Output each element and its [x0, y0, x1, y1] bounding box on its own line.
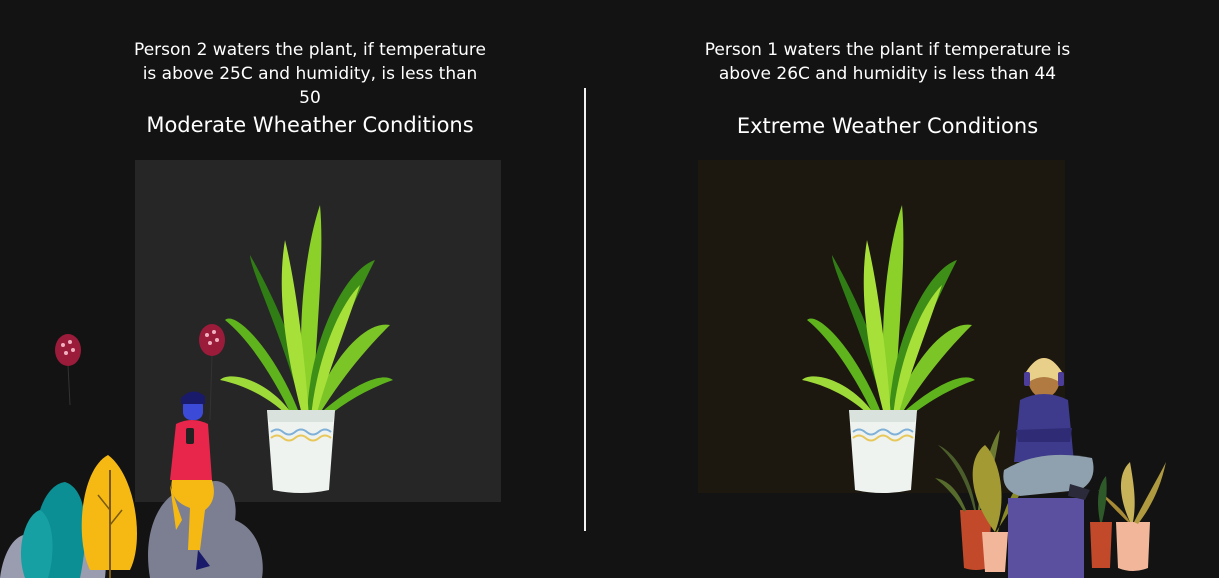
balloon-icon: [55, 334, 81, 406]
teal-plant-icon: [20, 482, 86, 578]
left-condition-description: Person 2 waters the plant, if temperatur…: [134, 40, 486, 108]
plant-pot: [849, 410, 917, 493]
right-condition-title: Extreme Weather Conditions: [736, 114, 1039, 138]
person-sitting-headphones-icon: [1003, 358, 1094, 578]
person-sitting-illustration: [935, 358, 1166, 578]
main-view: Person 2 waters the plant, if temperatur…: [0, 0, 1219, 578]
left-condition-title: Moderate Wheather Conditions: [146, 113, 474, 137]
right-condition-description: Person 1 waters the plant if temperature…: [704, 40, 1071, 84]
small-red-pot-icon: [1090, 476, 1112, 568]
yellow-tree-icon: [81, 455, 137, 578]
center-divider: [584, 88, 586, 531]
person-with-phone-illustration: [0, 324, 263, 578]
